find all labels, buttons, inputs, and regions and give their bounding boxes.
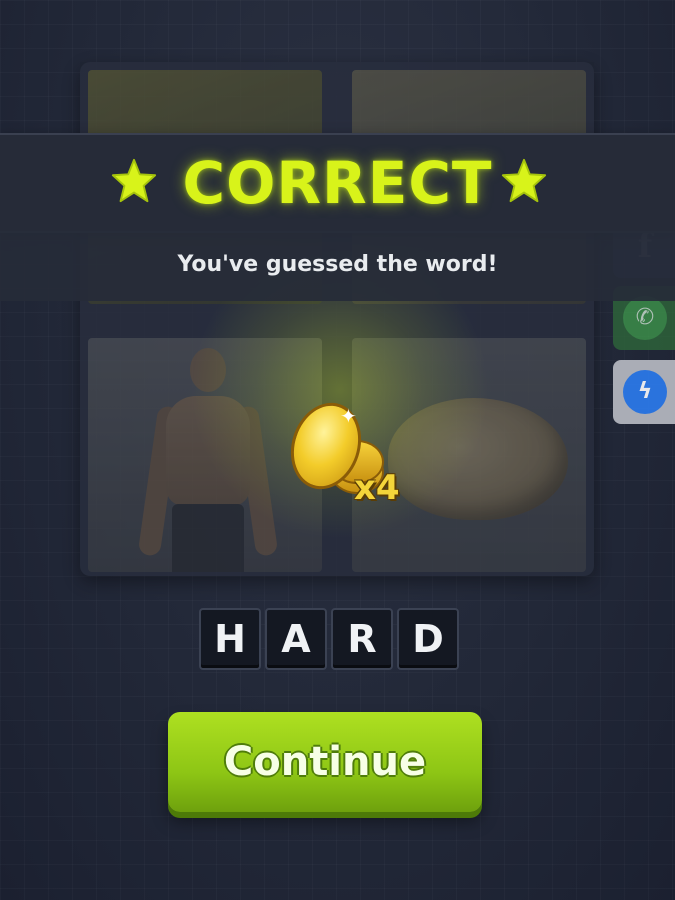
continue-button-label: Continue: [223, 739, 427, 785]
sparkle-icon: ✦: [340, 404, 357, 428]
star-right-icon: [501, 158, 547, 203]
whatsapp-icon: ✆: [623, 296, 667, 340]
answer-letter: R: [331, 608, 393, 670]
coin-multiplier: x4: [354, 468, 400, 508]
messenger-share-button[interactable]: ϟ: [613, 360, 675, 424]
answer-word: H A R D: [199, 608, 459, 670]
answer-letter: H: [199, 608, 261, 670]
messenger-icon: ϟ: [623, 370, 667, 414]
answer-letter: A: [265, 608, 327, 670]
answer-letter: D: [397, 608, 459, 670]
correct-banner: CORRECT: [0, 133, 675, 233]
coin-reward: ✦ x4: [280, 393, 422, 512]
banner-title: CORRECT: [182, 149, 493, 217]
continue-button[interactable]: Continue: [168, 712, 482, 812]
banner-subtitle: You've guessed the word!: [177, 252, 498, 277]
